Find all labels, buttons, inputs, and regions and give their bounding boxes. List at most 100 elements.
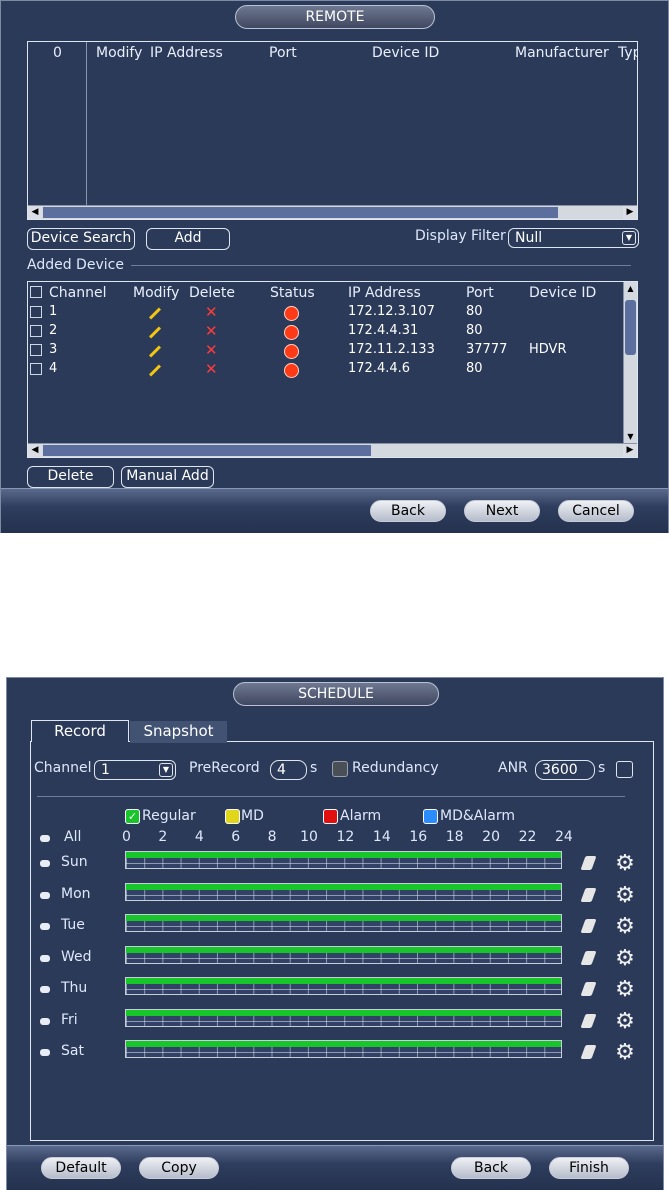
table-row[interactable]: 3 ✕ 172.11.2.133 37777 HDVR [28, 341, 624, 360]
row-checkbox[interactable] [30, 344, 42, 356]
scroll-right-arrow-icon[interactable]: ▶ [623, 444, 637, 457]
col-header-type[interactable]: Typ [618, 45, 638, 61]
brush-icon[interactable] [580, 888, 597, 902]
copy-button[interactable]: Copy [139, 1157, 219, 1179]
brush-icon[interactable] [580, 1045, 597, 1059]
default-button[interactable]: Default [41, 1157, 121, 1179]
day-rows: Sun ⚙ Mon ⚙ Tue ⚙ Wed ⚙ Thu ⚙ Fri ⚙ Sat ⚙ [7, 678, 665, 1078]
gear-icon[interactable]: ⚙ [613, 915, 637, 939]
day-radio[interactable] [40, 955, 50, 962]
regular-record-bar [126, 978, 561, 984]
col-header-ip-address[interactable]: IP Address [348, 285, 421, 301]
added-table-vscrollbar[interactable]: ▲ ▼ [623, 282, 637, 443]
status-dot-icon [284, 325, 299, 340]
back-button[interactable]: Back [370, 500, 446, 522]
day-radio[interactable] [40, 986, 50, 993]
day-schedule-grid[interactable] [125, 1009, 562, 1027]
manual-add-button[interactable]: Manual Add [121, 466, 214, 488]
day-schedule-grid[interactable] [125, 946, 562, 964]
day-schedule-grid[interactable] [125, 851, 562, 869]
scroll-left-arrow-icon[interactable]: ◀ [28, 444, 42, 457]
day-radio[interactable] [40, 1049, 50, 1056]
pencil-icon[interactable] [148, 326, 162, 339]
day-label: Mon [61, 886, 91, 902]
dialog-title: REMOTE [235, 5, 435, 29]
col-header-modify[interactable]: Modify [133, 285, 179, 301]
device-search-button[interactable]: Device Search [27, 228, 135, 250]
added-table-hscrollbar[interactable]: ◀ ▶ [28, 443, 637, 457]
col-header-port[interactable]: Port [466, 285, 494, 301]
status-dot-icon [284, 306, 299, 321]
pencil-icon[interactable] [148, 307, 162, 320]
day-radio[interactable] [40, 892, 50, 899]
gear-icon[interactable]: ⚙ [613, 978, 637, 1002]
brush-icon[interactable] [580, 856, 597, 870]
col-header-modify[interactable]: Modify [96, 45, 142, 61]
pencil-icon[interactable] [148, 364, 162, 377]
brush-icon[interactable] [580, 1014, 597, 1028]
scroll-right-arrow-icon[interactable]: ▶ [623, 206, 637, 219]
scroll-down-arrow-icon[interactable]: ▼ [624, 430, 637, 443]
gear-icon[interactable]: ⚙ [613, 852, 637, 876]
grid-midline [126, 989, 561, 990]
col-header-channel[interactable]: Channel [49, 285, 106, 301]
pencil-icon[interactable] [148, 345, 162, 358]
gear-icon[interactable]: ⚙ [613, 947, 637, 971]
x-icon[interactable]: ✕ [205, 341, 218, 359]
table-row[interactable]: 4 ✕ 172.4.4.6 80 [28, 360, 624, 379]
col-header-device-id[interactable]: Device ID [372, 45, 439, 61]
brush-icon[interactable] [580, 919, 597, 933]
next-button[interactable]: Next [464, 500, 540, 522]
gear-icon[interactable]: ⚙ [613, 1041, 637, 1065]
back-button[interactable]: Back [451, 1157, 531, 1179]
x-icon[interactable]: ✕ [205, 322, 218, 340]
row-checkbox[interactable] [30, 306, 42, 318]
delete-button[interactable]: Delete [27, 466, 114, 488]
day-schedule-grid[interactable] [125, 914, 562, 932]
x-icon[interactable]: ✕ [205, 360, 218, 378]
day-schedule-grid[interactable] [125, 1040, 562, 1058]
day-schedule-grid[interactable] [125, 977, 562, 995]
col-divider [86, 42, 87, 205]
day-schedule-grid[interactable] [125, 883, 562, 901]
gear-icon[interactable]: ⚙ [613, 884, 637, 908]
col-header-device-id[interactable]: Device ID [529, 285, 596, 301]
cancel-button[interactable]: Cancel [558, 500, 634, 522]
grid-midline [126, 863, 561, 864]
finish-button[interactable]: Finish [549, 1157, 629, 1179]
scroll-thumb[interactable] [625, 300, 636, 355]
brush-icon[interactable] [580, 951, 597, 965]
col-header-status[interactable]: Status [270, 285, 315, 301]
table-row[interactable]: 2 ✕ 172.4.4.31 80 [28, 322, 624, 341]
col-header-select-all[interactable]: 0 [53, 45, 62, 61]
scroll-up-arrow-icon[interactable]: ▲ [624, 282, 637, 295]
day-label: Thu [61, 980, 88, 996]
col-header-port[interactable]: Port [269, 45, 297, 61]
scroll-thumb[interactable] [43, 207, 558, 218]
row-channel: 3 [49, 342, 58, 357]
day-radio[interactable] [40, 860, 50, 867]
gear-icon[interactable]: ⚙ [613, 1010, 637, 1034]
scroll-left-arrow-icon[interactable]: ◀ [28, 206, 42, 219]
regular-record-bar [126, 947, 561, 953]
search-table-hscrollbar[interactable]: ◀ ▶ [28, 205, 637, 219]
x-icon[interactable]: ✕ [205, 303, 218, 321]
search-result-table: 0 Modify IP Address Port Device ID Manuf… [27, 41, 638, 220]
row-channel: 1 [49, 304, 58, 319]
day-radio[interactable] [40, 1018, 50, 1025]
display-filter-select[interactable]: Null ▼ [508, 228, 639, 248]
table-row[interactable]: 1 ✕ 172.12.3.107 80 [28, 303, 624, 322]
scroll-thumb[interactable] [43, 445, 371, 456]
col-header-delete[interactable]: Delete [189, 285, 235, 301]
row-checkbox[interactable] [30, 363, 42, 375]
row-checkbox[interactable] [30, 325, 42, 337]
select-all-checkbox[interactable] [30, 286, 42, 298]
status-dot-icon [284, 344, 299, 359]
add-button[interactable]: Add [146, 228, 230, 250]
brush-icon[interactable] [580, 982, 597, 996]
col-header-ip-address[interactable]: IP Address [150, 45, 223, 61]
day-label: Tue [61, 917, 85, 933]
row-channel: 2 [49, 323, 58, 338]
col-header-manufacturer[interactable]: Manufacturer [515, 45, 609, 61]
day-radio[interactable] [40, 923, 50, 930]
